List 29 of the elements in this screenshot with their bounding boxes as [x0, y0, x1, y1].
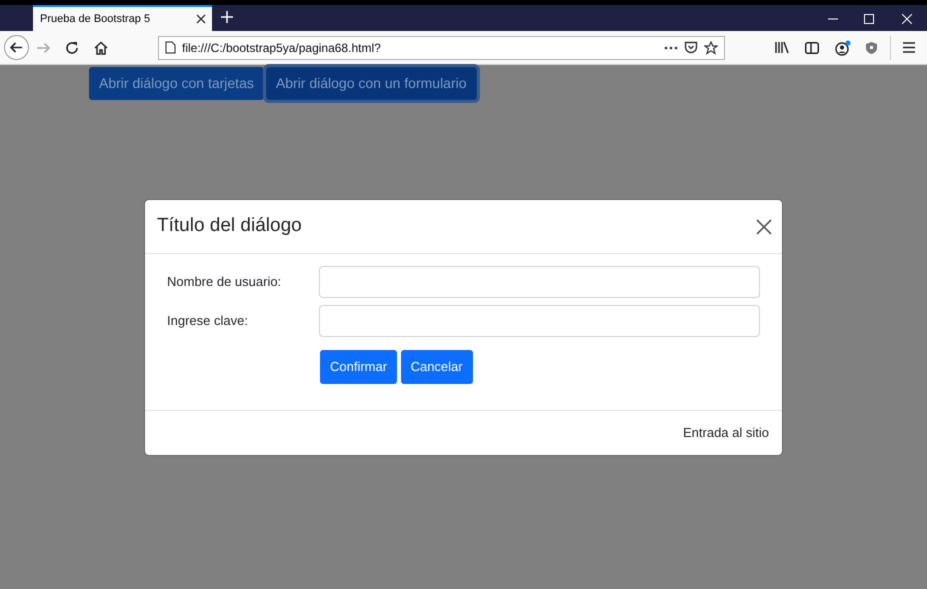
sidebar-icon[interactable] [805, 42, 819, 54]
plus-icon[interactable] [221, 11, 233, 23]
browser-tab[interactable]: Prueba de Bootstrap 5 [33, 5, 212, 31]
menu-icon[interactable] [903, 42, 915, 53]
confirm-button[interactable]: Confirmar [320, 350, 398, 384]
library-icon[interactable] [775, 41, 789, 54]
maximize-icon[interactable] [864, 14, 874, 24]
close-icon[interactable] [196, 14, 206, 24]
open-dialog-button[interactable]: Abrir diálogo con tarjetas [89, 67, 264, 100]
tab-title: Prueba de Bootstrap 5 [40, 12, 152, 27]
cancel-button[interactable]: Cancelar [400, 350, 473, 384]
reload-icon[interactable] [65, 40, 79, 54]
field-label: Ingrese clave: [167, 312, 249, 330]
back-icon[interactable] [4, 35, 29, 60]
open-dialog-button[interactable]: Abrir diálogo con un formulario [266, 67, 477, 100]
input-field[interactable] [319, 266, 760, 298]
star-icon[interactable] [704, 40, 718, 54]
close-icon[interactable] [756, 218, 772, 234]
more-icon[interactable] [664, 46, 678, 50]
field-label: Nombre de usuario: [167, 273, 282, 292]
address-bar[interactable]: file:///C:/bootstrap5ya/pagina68.html? [158, 36, 725, 60]
shield-icon[interactable] [865, 40, 878, 54]
pocket-icon[interactable] [684, 41, 698, 54]
account-icon[interactable] [835, 40, 851, 56]
input-field[interactable] [319, 305, 760, 337]
home-icon[interactable] [94, 40, 108, 54]
dialog-title: Título del diálogo [157, 215, 302, 238]
page-icon [165, 41, 176, 54]
footer-text: Entrada al sitio [683, 424, 769, 442]
